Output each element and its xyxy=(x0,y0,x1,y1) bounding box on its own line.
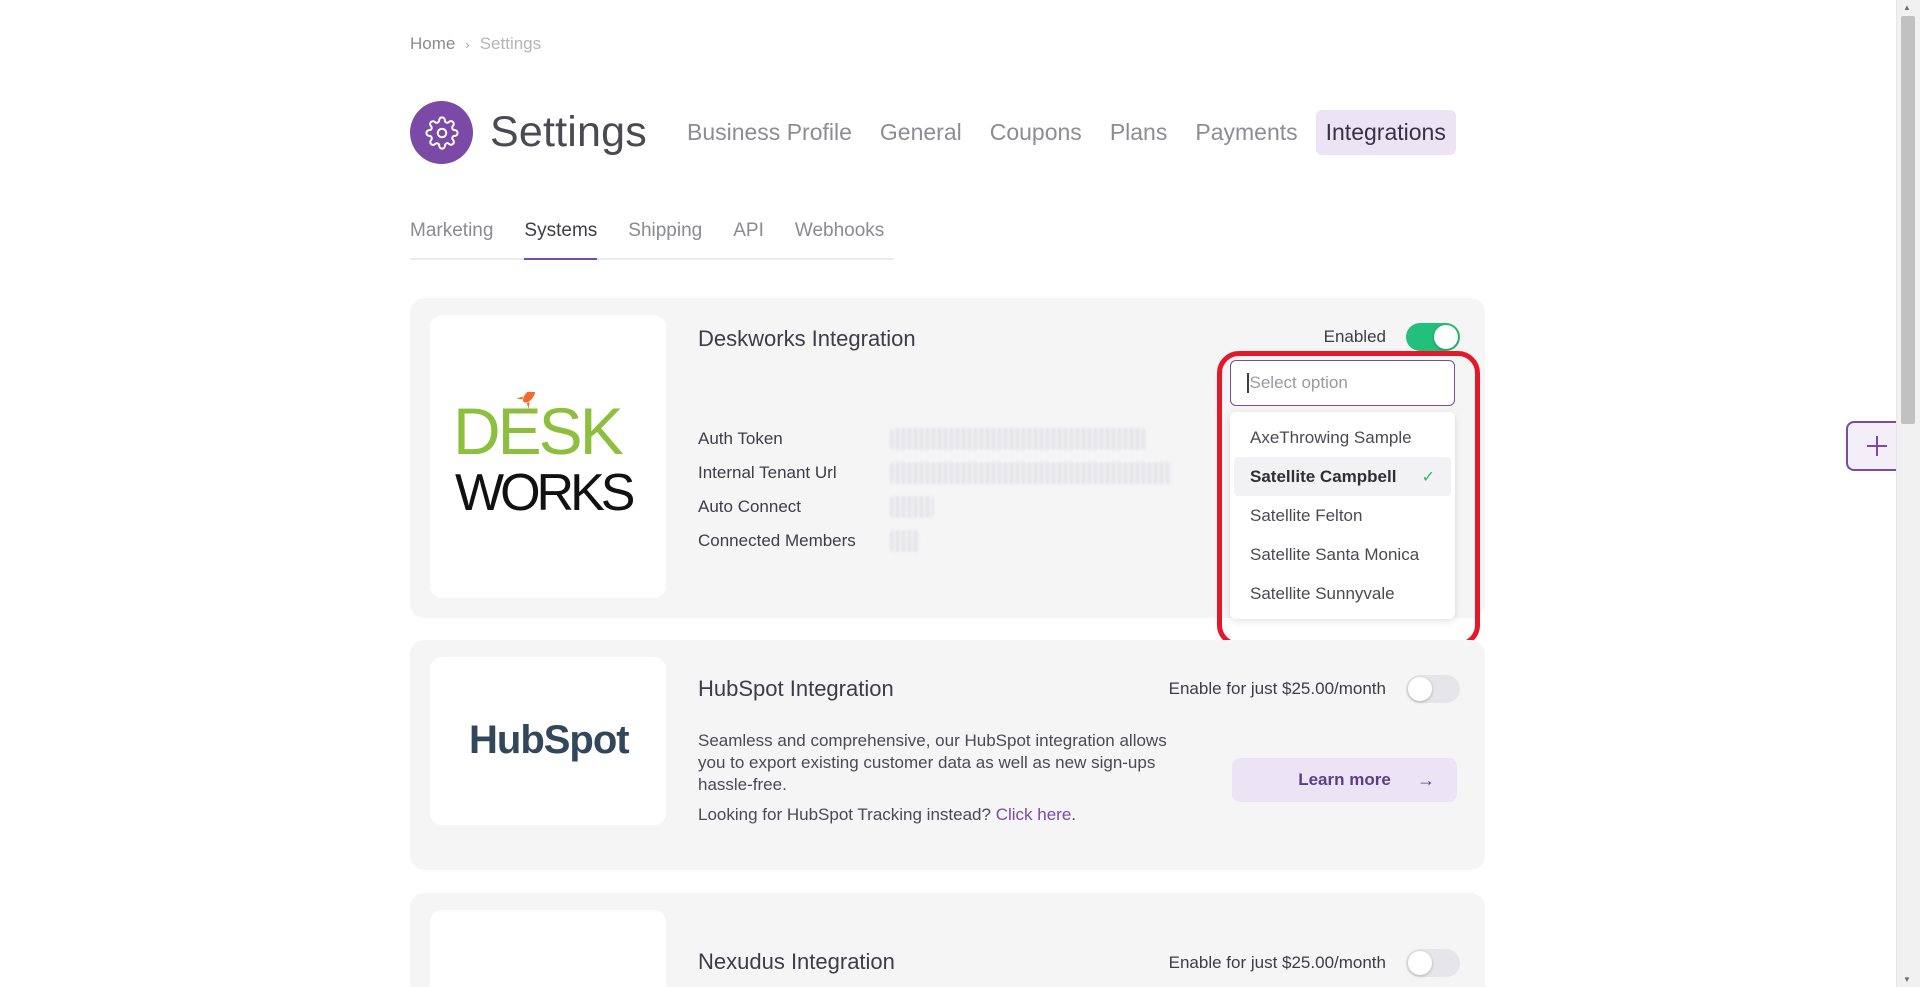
option-axethrowing-sample[interactable]: AxeThrowing Sample xyxy=(1234,418,1451,457)
redacted-value xyxy=(890,462,1172,484)
plus-icon xyxy=(1867,436,1887,456)
option-satellite-sunnyvale[interactable]: Satellite Sunnyvale xyxy=(1234,574,1451,613)
nexudus-toggle-area: Enable for just $25.00/month xyxy=(1169,949,1460,977)
select-placeholder: Select option xyxy=(1249,373,1348,392)
text-caret xyxy=(1247,373,1249,393)
hubspot-logo-text: HubSpot xyxy=(469,718,629,762)
field-connected-members: Connected Members xyxy=(698,524,1172,558)
title-row: Settings Business Profile General Coupon… xyxy=(410,101,1456,164)
option-label: Satellite Sunnyvale xyxy=(1250,583,1395,603)
breadcrumb: Home › Settings xyxy=(410,34,541,54)
nexudus-logo xyxy=(430,910,666,987)
select-options-list: AxeThrowing Sample Satellite Campbell ✓ … xyxy=(1230,412,1455,619)
hubspot-description-text: Seamless and comprehensive, our HubSpot … xyxy=(698,731,1167,794)
field-label: Auth Token xyxy=(698,429,783,448)
tab-coupons[interactable]: Coupons xyxy=(980,110,1092,155)
option-label: Satellite Santa Monica xyxy=(1250,544,1420,564)
deskworks-enable-toggle[interactable] xyxy=(1406,323,1460,351)
option-label: AxeThrowing Sample xyxy=(1250,427,1412,447)
field-label: Connected Members xyxy=(698,531,856,550)
gear-icon xyxy=(410,101,473,164)
deskworks-logo-bottom: WORKS xyxy=(455,464,634,522)
hubspot-title: HubSpot Integration xyxy=(698,676,894,701)
tab-business-profile[interactable]: Business Profile xyxy=(677,110,862,155)
option-satellite-santa-monica[interactable]: Satellite Santa Monica xyxy=(1234,535,1451,574)
redacted-value xyxy=(890,428,1146,450)
arrow-right-icon: → xyxy=(1417,769,1435,790)
breadcrumb-current: Settings xyxy=(479,34,542,53)
redacted-value xyxy=(890,530,920,552)
option-label: Satellite Felton xyxy=(1250,505,1363,525)
redacted-value xyxy=(890,496,934,518)
hubspot-enable-toggle[interactable] xyxy=(1406,675,1460,703)
field-label: Auto Connect xyxy=(698,497,802,516)
learn-more-button[interactable]: Learn more → xyxy=(1232,758,1457,802)
deskworks-integration-card: DESK WORKS Deskworks Integration Enabled… xyxy=(410,298,1485,647)
scroll-down-icon[interactable]: ▼ xyxy=(1903,975,1911,984)
option-satellite-felton[interactable]: Satellite Felton xyxy=(1234,496,1451,535)
check-icon: ✓ xyxy=(1421,468,1435,486)
location-select: Select option AxeThrowing Sample Satelli… xyxy=(1230,360,1468,619)
learn-more-label: Learn more xyxy=(1298,770,1391,789)
sub-tabs: Marketing Systems Shipping API Webhooks xyxy=(410,220,894,260)
option-label: Satellite Campbell xyxy=(1250,466,1397,486)
select-option-input[interactable]: Select option xyxy=(1230,360,1455,406)
tab-integrations[interactable]: Integrations xyxy=(1315,110,1456,155)
hubspot-tracking-text: Looking for HubSpot Tracking instead? xyxy=(698,805,991,824)
toggle-knob xyxy=(1408,677,1432,701)
hubspot-logo: HubSpot xyxy=(430,657,666,825)
nexudus-toggle-label: Enable for just $25.00/month xyxy=(1168,953,1386,972)
nexudus-title: Nexudus Integration xyxy=(698,949,895,974)
main-tabs: Business Profile General Coupons Plans P… xyxy=(677,110,1456,155)
chevron-right-icon: › xyxy=(465,36,470,52)
scroll-up-icon[interactable]: ▲ xyxy=(1903,3,1911,12)
subtab-shipping[interactable]: Shipping xyxy=(628,220,702,258)
field-internal-tenant-url: Internal Tenant Url xyxy=(698,456,1172,490)
deskworks-title: Deskworks Integration xyxy=(698,326,916,351)
nexudus-integration-card: Nexudus Integration Enable for just $25.… xyxy=(410,893,1485,987)
hubspot-toggle-label: Enable for just $25.00/month xyxy=(1168,679,1386,698)
page-title: Settings xyxy=(490,108,647,156)
period: . xyxy=(1071,805,1077,824)
nexudus-enable-toggle[interactable] xyxy=(1406,949,1460,977)
subtab-api[interactable]: API xyxy=(733,220,764,258)
subtab-marketing[interactable]: Marketing xyxy=(410,220,493,258)
toggle-knob xyxy=(1408,951,1432,975)
vertical-scrollbar[interactable]: ▲ ▼ xyxy=(1896,0,1920,987)
option-satellite-campbell[interactable]: Satellite Campbell ✓ xyxy=(1234,457,1451,496)
tab-payments[interactable]: Payments xyxy=(1185,110,1307,155)
field-auth-token: Auth Token xyxy=(698,422,1172,456)
deskworks-logo: DESK WORKS xyxy=(430,315,666,598)
subtab-systems[interactable]: Systems xyxy=(524,220,597,260)
breadcrumb-home[interactable]: Home xyxy=(410,34,455,54)
deskworks-toggle-area: Enabled xyxy=(1324,323,1460,351)
hubspot-tracking-line: Looking for HubSpot Tracking instead? Cl… xyxy=(698,804,1198,826)
deskworks-toggle-label: Enabled xyxy=(1323,327,1386,346)
hubspot-toggle-area: Enable for just $25.00/month xyxy=(1169,675,1460,703)
hubspot-description: Seamless and comprehensive, our HubSpot … xyxy=(698,730,1198,826)
tab-general[interactable]: General xyxy=(870,110,972,155)
hubspot-integration-card: HubSpot HubSpot Integration Enable for j… xyxy=(410,640,1485,870)
field-label: Internal Tenant Url xyxy=(698,463,837,482)
deskworks-logo-top: DESK xyxy=(453,394,624,468)
scrollbar-thumb[interactable] xyxy=(1901,16,1915,424)
hubspot-tracking-link[interactable]: Click here xyxy=(996,805,1072,824)
field-auto-connect: Auto Connect xyxy=(698,490,1172,524)
subtab-webhooks[interactable]: Webhooks xyxy=(795,220,884,258)
tab-plans[interactable]: Plans xyxy=(1100,110,1178,155)
toggle-knob xyxy=(1434,325,1458,349)
deskworks-fields: Auth Token Internal Tenant Url Auto Conn… xyxy=(698,422,1172,558)
